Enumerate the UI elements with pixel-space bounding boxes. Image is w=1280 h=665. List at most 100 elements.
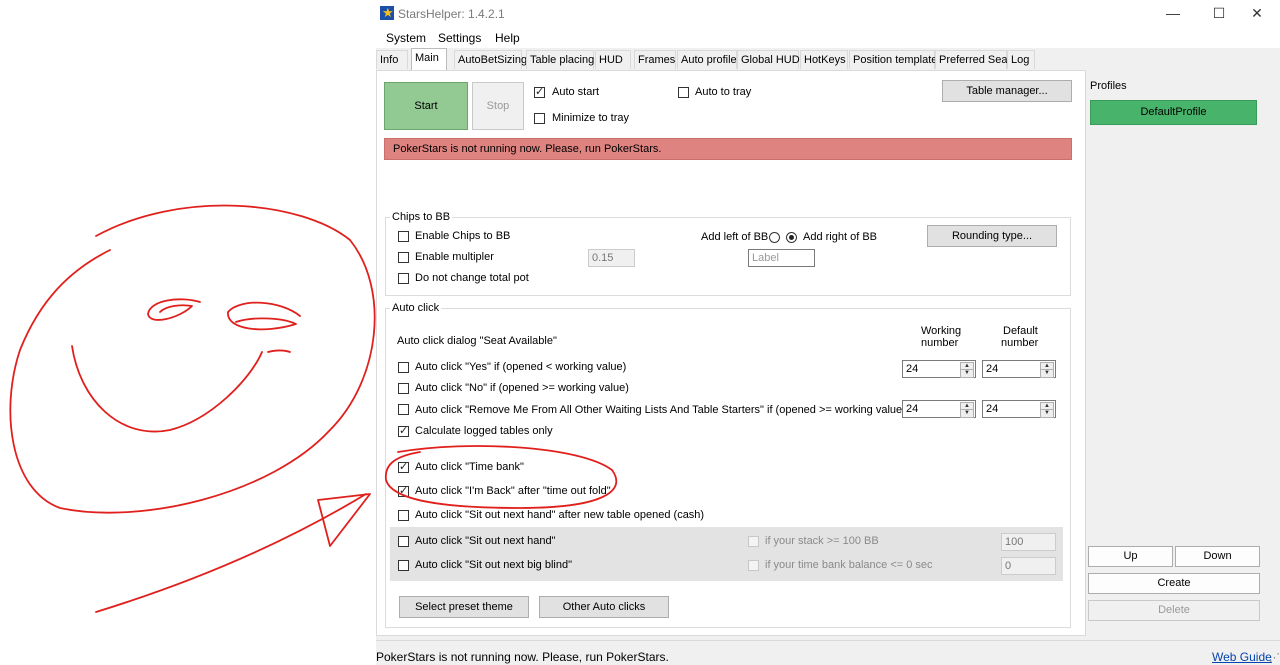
add-right-radio[interactable] [786, 232, 797, 243]
profiles-title: Profiles [1090, 80, 1127, 92]
resize-grip-icon[interactable]: ⋰ [1269, 651, 1280, 664]
yes-working-value: 24 [906, 363, 919, 375]
im-back-checkbox[interactable] [398, 484, 409, 497]
profile-up-button[interactable]: Up [1088, 546, 1173, 567]
default-header-1: Default [1003, 325, 1038, 337]
tab-table-placing[interactable]: Table placing [526, 50, 594, 69]
profile-down-button[interactable]: Down [1175, 546, 1260, 567]
multiplier-input[interactable]: 0.15 [588, 249, 635, 267]
auto-no-checkbox[interactable] [398, 383, 409, 394]
add-left-radio[interactable] [769, 232, 780, 243]
profile-item[interactable]: DefaultProfile [1090, 100, 1257, 125]
auto-yes-checkbox[interactable] [398, 362, 409, 373]
im-back-label: Auto click "I'm Back" after "time out fo… [415, 485, 611, 497]
table-manager-button[interactable]: Table manager... [942, 80, 1072, 102]
tab-hud[interactable]: HUD [595, 50, 631, 69]
tab-frames[interactable]: Frames [634, 50, 676, 69]
auto-yes-label: Auto click "Yes" if (opened < working va… [415, 361, 627, 373]
status-bar: PokerStars is not running now. Please, r… [376, 640, 1280, 665]
tab-info[interactable]: Info [376, 50, 408, 69]
app-star-icon [380, 5, 394, 21]
minimize-to-tray-checkbox[interactable] [534, 113, 545, 124]
remove-working-value: 24 [906, 403, 919, 415]
menu-system[interactable]: System [386, 31, 426, 45]
seat-available-label: Auto click dialog "Seat Available" [397, 335, 557, 347]
add-right-label: Add right of BB [803, 231, 877, 243]
auto-to-tray-checkbox[interactable] [678, 87, 689, 98]
sitout-after-new-checkbox[interactable] [398, 510, 409, 521]
main-panel: Start Stop Auto start Minimize to tray A… [376, 70, 1086, 636]
stop-button[interactable]: Stop [472, 82, 524, 130]
sitout-next-hand-label: Auto click "Sit out next hand" [415, 535, 556, 547]
arrow-head [317, 493, 371, 547]
spin-down-icon[interactable]: ▼ [1040, 409, 1054, 418]
bb-label-input[interactable]: Label [748, 249, 815, 267]
menu-settings[interactable]: Settings [438, 31, 481, 45]
stack-input[interactable]: 100 [1001, 533, 1056, 551]
timebank-balance-checkbox[interactable] [748, 560, 759, 571]
yes-default-value: 24 [986, 363, 999, 375]
tab-global-hud[interactable]: Global HUD [737, 50, 800, 69]
enable-chips-checkbox[interactable] [398, 231, 409, 242]
yes-working-spinner[interactable]: 24 ▲ ▼ [902, 360, 976, 378]
default-header-2: number [1001, 337, 1039, 349]
chips-group-title: Chips to BB [390, 211, 453, 223]
tab-main[interactable]: Main [411, 48, 447, 70]
title-bar: StarsHelper: 1.4.2.1 — ☐ ✕ [376, 0, 1280, 28]
smiley-mouth [71, 345, 263, 433]
calc-logged-checkbox[interactable] [398, 424, 409, 437]
timebank-balance-input[interactable]: 0 [1001, 557, 1056, 575]
menu-help[interactable]: Help [495, 31, 520, 45]
remove-working-spinner[interactable]: 24 ▲ ▼ [902, 400, 976, 418]
tab-hotkeys[interactable]: HotKeys [800, 50, 848, 69]
working-header-2: number [921, 337, 959, 349]
auto-remove-checkbox[interactable] [398, 404, 409, 415]
error-banner: PokerStars is not running now. Please, r… [384, 138, 1072, 160]
remove-default-spinner[interactable]: 24 ▲ ▼ [982, 400, 1056, 418]
stack-checkbox[interactable] [748, 536, 759, 547]
spin-down-icon[interactable]: ▼ [960, 369, 974, 378]
close-icon[interactable]: ✕ [1234, 0, 1280, 26]
spin-down-icon[interactable]: ▼ [1040, 369, 1054, 378]
time-bank-label: Auto click "Time bank" [415, 461, 524, 473]
auto-click-group-title: Auto click [390, 302, 442, 314]
sitout-bb-checkbox[interactable] [398, 560, 409, 571]
tab-position-template[interactable]: Position template [849, 50, 937, 69]
calc-logged-label: Calculate logged tables only [415, 425, 553, 437]
profiles-panel: Profiles DefaultProfile Up Down Create D… [1084, 78, 1280, 628]
time-bank-checkbox[interactable] [398, 460, 409, 473]
auto-to-tray-label: Auto to tray [695, 86, 752, 98]
tab-auto-profile[interactable]: Auto profile [677, 50, 737, 69]
tab-preferred-seat[interactable]: Preferred Seat [935, 50, 1011, 69]
auto-start-label: Auto start [552, 86, 600, 98]
rounding-type-button[interactable]: Rounding type... [927, 225, 1057, 247]
minimize-icon[interactable]: — [1150, 0, 1196, 26]
sitout-after-new-label: Auto click "Sit out next hand" after new… [415, 509, 705, 521]
select-preset-button[interactable]: Select preset theme [399, 596, 529, 618]
auto-start-checkbox[interactable] [534, 85, 545, 98]
tab-log[interactable]: Log [1007, 50, 1035, 69]
web-guide-link[interactable]: Web Guide [1212, 650, 1272, 664]
remove-default-value: 24 [986, 403, 999, 415]
smiley-left-eye [147, 298, 201, 321]
status-text: PokerStars is not running now. Please, r… [376, 650, 669, 664]
sitout-next-hand-checkbox[interactable] [398, 536, 409, 547]
working-header-1: Working [921, 325, 962, 337]
auto-no-label: Auto click "No" if (opened >= working va… [415, 382, 629, 394]
app-window: StarsHelper: 1.4.2.1 — ☐ ✕ System Settin… [376, 0, 1280, 665]
enable-chips-label: Enable Chips to BB [415, 230, 511, 242]
tab-autobetsizing[interactable]: AutoBetSizing [454, 50, 527, 69]
window-title: StarsHelper: 1.4.2.1 [398, 7, 505, 21]
profile-create-button[interactable]: Create [1088, 573, 1260, 594]
start-button[interactable]: Start [384, 82, 468, 130]
yes-default-spinner[interactable]: 24 ▲ ▼ [982, 360, 1056, 378]
auto-remove-label: Auto click "Remove Me From All Other Wai… [415, 404, 906, 416]
enable-multiplier-checkbox[interactable] [398, 252, 409, 263]
do-not-change-checkbox[interactable] [398, 273, 409, 284]
menu-bar: System Settings Help [376, 28, 1280, 48]
profile-delete-button[interactable]: Delete [1088, 600, 1260, 621]
smiley-nose [267, 349, 291, 353]
other-auto-clicks-button[interactable]: Other Auto clicks [539, 596, 669, 618]
spin-down-icon[interactable]: ▼ [960, 409, 974, 418]
add-left-label: Add left of BB [701, 231, 769, 243]
